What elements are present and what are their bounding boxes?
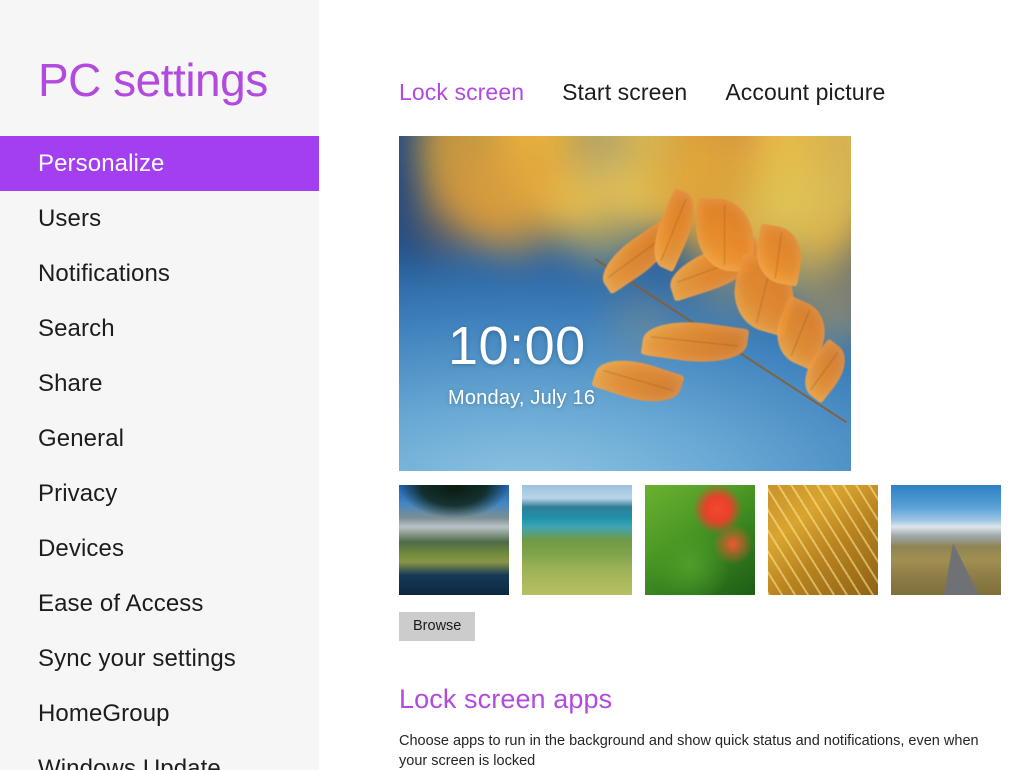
lock-screen-clock: 10:00 Monday, July 16 [448,319,595,410]
sidebar-item-users[interactable]: Users [0,191,319,246]
sidebar-item-label: Search [38,314,115,342]
sidebar-item-label: Windows Update [38,754,221,770]
sidebar-item-label: Ease of Access [38,589,204,617]
sidebar-item-general[interactable]: General [0,411,319,466]
lock-screen-preview: 10:00 Monday, July 16 [399,136,851,471]
sidebar-item-label: HomeGroup [38,699,170,727]
tab-lock-screen[interactable]: Lock screen [399,79,524,106]
tab-start-screen[interactable]: Start screen [562,79,687,106]
sidebar-item-ease-of-access[interactable]: Ease of Access [0,576,319,631]
lock-screen-apps-description: Choose apps to run in the background and… [399,733,979,769]
wallpaper-thumbnail-red-flower[interactable] [645,485,755,595]
sidebar-item-label: Sync your settings [38,644,236,672]
thumbnail-image [891,485,1001,595]
sidebar-item-share[interactable]: Share [0,356,319,411]
sidebar-item-label: Users [38,204,102,232]
wallpaper-thumbnail-mountain-lake[interactable] [399,485,509,595]
sidebar-item-label: Notifications [38,259,171,287]
clock-time: 10:00 [448,316,586,376]
sidebar-item-devices[interactable]: Devices [0,521,319,576]
sidebar-item-label: Share [38,369,103,397]
pc-settings-window: PC settings Personalize Users Notificati… [0,0,1025,770]
wallpaper-leaf-branch [399,136,851,471]
wallpaper-thumbnail-golden-grass[interactable] [768,485,878,595]
lock-screen-apps-heading: Lock screen apps [399,684,613,714]
thumbnail-image [399,485,509,595]
tab-bar: Lock screen Start screen Account picture [399,79,885,106]
sidebar-item-notifications[interactable]: Notifications [0,246,319,301]
wallpaper-thumbnail-list [399,485,1001,595]
sidebar-item-search[interactable]: Search [0,301,319,356]
sidebar: PC settings Personalize Users Notificati… [0,0,319,770]
wallpaper-thumbnail-mountain-road[interactable] [891,485,1001,595]
wallpaper-thumbnail-green-headland[interactable] [522,485,632,595]
thumbnail-image [522,485,632,595]
sidebar-item-sync-your-settings[interactable]: Sync your settings [0,631,319,686]
browse-button[interactable]: Browse [399,612,476,641]
sidebar-item-label: Privacy [38,479,118,507]
thumbnail-image [645,485,755,595]
sidebar-item-homegroup[interactable]: HomeGroup [0,686,319,741]
sidebar-item-personalize[interactable]: Personalize [0,136,319,191]
sidebar-nav: Personalize Users Notifications Search S… [0,136,319,770]
sidebar-item-label: Personalize [38,149,165,177]
sidebar-item-label: General [38,424,125,452]
tab-account-picture[interactable]: Account picture [725,79,885,106]
page-title: PC settings [38,54,268,106]
clock-date: Monday, July 16 [448,387,596,409]
sidebar-item-privacy[interactable]: Privacy [0,466,319,521]
main-content: Lock screen Start screen Account picture [319,0,1025,770]
thumbnail-image [768,485,878,595]
sidebar-item-label: Devices [38,534,125,562]
sidebar-item-windows-update[interactable]: Windows Update [0,741,319,770]
